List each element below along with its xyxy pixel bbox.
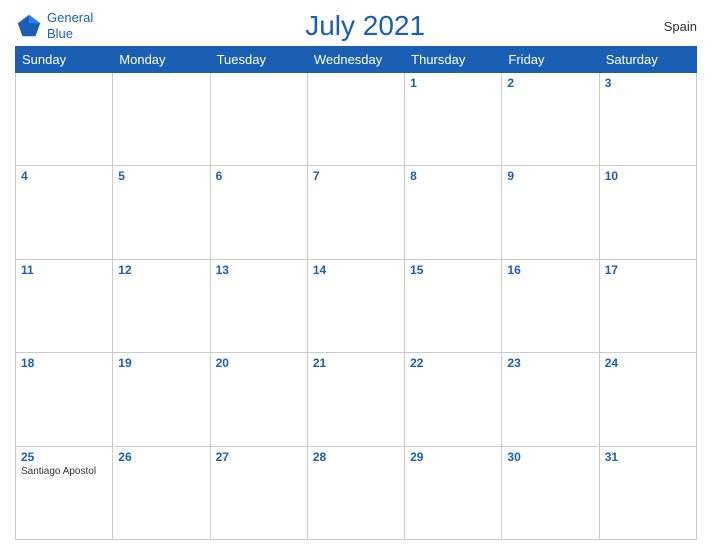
date-number: 14 [313, 263, 399, 277]
calendar-cell: 12 [113, 259, 210, 352]
calendar-cell: 26 [113, 446, 210, 539]
calendar-title: July 2021 [93, 10, 637, 42]
calendar-cell: 20 [210, 353, 307, 446]
calendar-cell: 21 [307, 353, 404, 446]
date-number: 18 [21, 356, 107, 370]
weekday-header-row: SundayMondayTuesdayWednesdayThursdayFrid… [16, 47, 697, 73]
calendar-cell: 13 [210, 259, 307, 352]
calendar-cell: 8 [405, 166, 502, 259]
calendar-header: General Blue July 2021 Spain [15, 10, 697, 42]
date-number: 25 [21, 450, 107, 464]
calendar-cell: 27 [210, 446, 307, 539]
calendar-cell: 16 [502, 259, 599, 352]
date-number: 7 [313, 169, 399, 183]
date-number: 20 [216, 356, 302, 370]
weekday-header-thursday: Thursday [405, 47, 502, 73]
calendar-cell: 17 [599, 259, 696, 352]
calendar-cell: 6 [210, 166, 307, 259]
date-number: 1 [410, 76, 496, 90]
date-number: 12 [118, 263, 204, 277]
calendar-cell: 30 [502, 446, 599, 539]
date-number: 6 [216, 169, 302, 183]
calendar-cell: 7 [307, 166, 404, 259]
calendar-week-row: 25 Santiago Apostol 26 27 28 29 30 31 [16, 446, 697, 539]
date-number: 28 [313, 450, 399, 464]
weekday-header-saturday: Saturday [599, 47, 696, 73]
calendar-cell: 25 Santiago Apostol [16, 446, 113, 539]
calendar-cell: 11 [16, 259, 113, 352]
date-number: 29 [410, 450, 496, 464]
logo-icon [15, 12, 43, 40]
calendar-cell: 3 [599, 73, 696, 166]
date-number: 13 [216, 263, 302, 277]
logo: General Blue [15, 10, 93, 41]
calendar-cell: 24 [599, 353, 696, 446]
calendar-cell: 29 [405, 446, 502, 539]
calendar-cell [307, 73, 404, 166]
calendar-cell: 22 [405, 353, 502, 446]
calendar-cell [210, 73, 307, 166]
calendar-week-row: 11 12 13 14 15 16 17 [16, 259, 697, 352]
calendar-week-row: 18 19 20 21 22 23 24 [16, 353, 697, 446]
date-number: 23 [507, 356, 593, 370]
calendar-week-row: 456789 10 [16, 166, 697, 259]
calendar-cell: 1 [405, 73, 502, 166]
date-number: 26 [118, 450, 204, 464]
calendar-cell: 23 [502, 353, 599, 446]
date-number: 3 [605, 76, 691, 90]
date-number: 22 [410, 356, 496, 370]
date-number: 2 [507, 76, 593, 90]
date-number: 27 [216, 450, 302, 464]
date-number: 19 [118, 356, 204, 370]
logo-text: General Blue [47, 10, 93, 41]
date-number: 31 [605, 450, 691, 464]
weekday-header-monday: Monday [113, 47, 210, 73]
date-number: 21 [313, 356, 399, 370]
date-number: 17 [605, 263, 691, 277]
date-number: 11 [21, 263, 107, 277]
weekday-header-sunday: Sunday [16, 47, 113, 73]
weekday-header-tuesday: Tuesday [210, 47, 307, 73]
calendar-cell: 4 [16, 166, 113, 259]
date-number: 8 [410, 169, 496, 183]
calendar-cell: 10 [599, 166, 696, 259]
calendar-table: SundayMondayTuesdayWednesdayThursdayFrid… [15, 46, 697, 540]
date-number: 24 [605, 356, 691, 370]
date-number: 15 [410, 263, 496, 277]
weekday-header-wednesday: Wednesday [307, 47, 404, 73]
date-number: 4 [21, 169, 107, 183]
date-number: 9 [507, 169, 593, 183]
calendar-cell: 18 [16, 353, 113, 446]
calendar-cell [113, 73, 210, 166]
country-label: Spain [637, 19, 697, 34]
calendar-cell: 14 [307, 259, 404, 352]
weekday-header-friday: Friday [502, 47, 599, 73]
calendar-cell: 31 [599, 446, 696, 539]
calendar-cell: 19 [113, 353, 210, 446]
calendar-cell: 5 [113, 166, 210, 259]
date-number: 10 [605, 169, 691, 183]
calendar-cell [16, 73, 113, 166]
calendar-cell: 2 [502, 73, 599, 166]
calendar-week-row: 123 [16, 73, 697, 166]
event-text: Santiago Apostol [21, 466, 107, 477]
date-number: 16 [507, 263, 593, 277]
calendar-cell: 15 [405, 259, 502, 352]
calendar-cell: 9 [502, 166, 599, 259]
date-number: 5 [118, 169, 204, 183]
date-number: 30 [507, 450, 593, 464]
calendar-cell: 28 [307, 446, 404, 539]
